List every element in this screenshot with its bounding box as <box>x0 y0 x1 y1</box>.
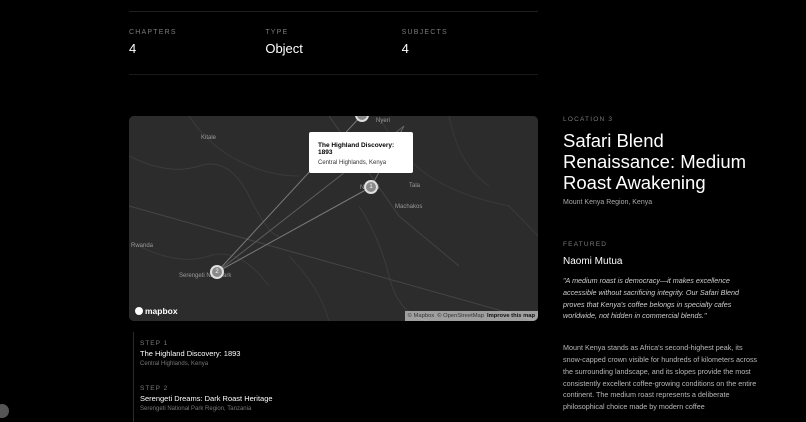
location-label: LOCATION 3 <box>563 116 614 123</box>
step-subtitle: Central Highlands, Kenya <box>140 361 209 367</box>
stat-chapters: CHAPTERS 4 <box>129 29 265 56</box>
scroll-indicator[interactable] <box>0 404 9 418</box>
stat-subjects: SUBJECTS 4 <box>402 29 538 56</box>
attribution-osm-link[interactable]: © OpenStreetMap <box>437 313 484 319</box>
location-panel: LOCATION 3 Safari Blend Renaissance: Med… <box>563 116 758 413</box>
step-label: STEP 1 <box>140 340 169 347</box>
map-attribution: © Mapbox © OpenStreetMap Improve this ma… <box>404 311 538 321</box>
step-title: Serengeti Dreams: Dark Roast Heritage <box>140 394 273 403</box>
place-label: Machakos <box>395 204 423 210</box>
location-subtitle: Mount Kenya Region, Kenya <box>563 199 653 206</box>
featured-name: Naomi Mutua <box>563 256 623 267</box>
improve-map-link[interactable]: Improve this map <box>487 313 535 319</box>
map-canvas[interactable]: Kitale Nyeri Nairobi Tala Machakos Rwand… <box>129 116 538 321</box>
mapbox-logo-text: mapbox <box>145 306 178 316</box>
stat-value: 4 <box>129 41 137 56</box>
divider <box>129 74 538 75</box>
stat-label: CHAPTERS <box>129 29 177 36</box>
stats-row: CHAPTERS 4 TYPE Object SUBJECTS 4 <box>129 29 538 56</box>
map-popup[interactable]: The Highland Discovery: 1893 Central Hig… <box>309 132 413 173</box>
divider <box>129 11 538 12</box>
step-label: STEP 2 <box>140 385 169 392</box>
popup-subtitle: Central Highlands, Kenya <box>318 160 387 166</box>
step-title: The Highland Discovery: 1893 <box>140 349 241 358</box>
marker-number: 2 <box>215 269 219 275</box>
stat-type: TYPE Object <box>265 29 401 56</box>
mapbox-logo-icon <box>135 307 143 315</box>
featured-quote: "A medium roast is democracy—it makes ex… <box>563 276 740 321</box>
place-label: Tala <box>409 183 421 189</box>
map-marker-icon[interactable]: 2 <box>210 265 224 279</box>
map-marker-icon[interactable]: 1 <box>364 180 378 194</box>
stat-value: Object <box>265 41 303 56</box>
place-label: Rwanda <box>131 243 154 249</box>
stat-value: 4 <box>401 41 409 56</box>
step-item[interactable]: STEP 1 The Highland Discovery: 1893 Cent… <box>133 332 538 377</box>
place-label: Kitale <box>201 135 217 141</box>
attribution-mapbox-link[interactable]: © Mapbox <box>408 313 435 319</box>
popup-title: The Highland Discovery: 1893 <box>318 142 395 156</box>
stat-label: TYPE <box>265 29 289 36</box>
steps-list: STEP 1 The Highland Discovery: 1893 Cent… <box>133 332 538 422</box>
mapbox-logo[interactable]: mapbox <box>135 306 178 316</box>
step-subtitle: Serengeti National Park Region, Tanzania <box>140 406 252 412</box>
stat-label: SUBJECTS <box>401 29 448 36</box>
place-label: Nyeri <box>376 118 391 124</box>
step-item[interactable]: STEP 2 Serengeti Dreams: Dark Roast Heri… <box>133 377 538 422</box>
marker-number: 1 <box>369 184 373 190</box>
location-body: Mount Kenya stands as Africa's second-hi… <box>563 343 758 412</box>
featured-label: FEATURED <box>563 241 608 248</box>
location-title: Safari Blend Renaissance: Medium Roast A… <box>563 130 747 193</box>
